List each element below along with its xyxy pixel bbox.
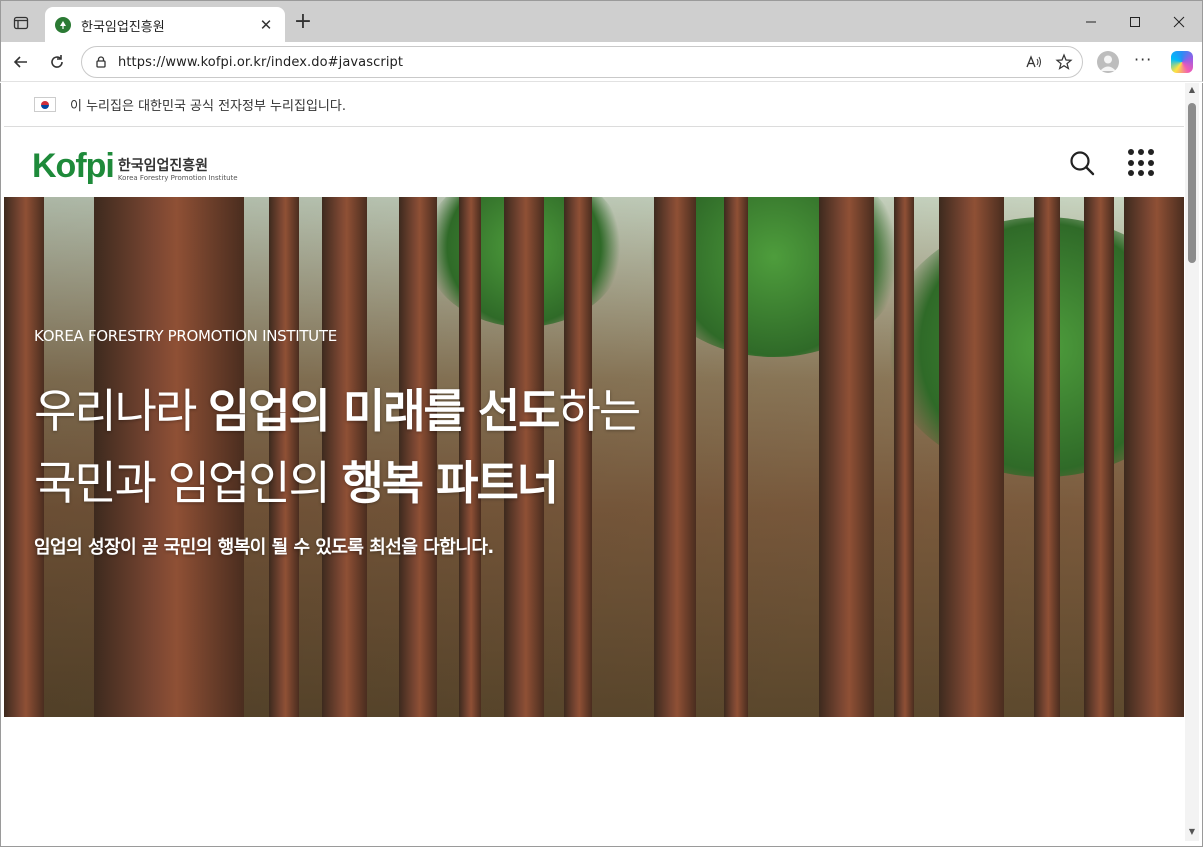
kofpi-favicon-icon bbox=[55, 17, 71, 33]
tree-trunk-decoration bbox=[894, 197, 914, 717]
new-tab-button[interactable]: + bbox=[291, 11, 315, 35]
browser-tab[interactable]: 한국임업진흥원 ✕ bbox=[45, 7, 285, 43]
korea-flag-icon bbox=[34, 97, 56, 112]
hero-description: 임업의 성장이 곧 국민의 행복이 될 수 있도록 최선을 다합니다. bbox=[34, 537, 494, 558]
tree-trunk-decoration bbox=[1124, 197, 1184, 717]
page-viewport: 이 누리집은 대한민국 공식 전자정부 누리집입니다. Kofpi 한국임업진흥… bbox=[4, 83, 1184, 841]
tree-trunk-decoration bbox=[1034, 197, 1060, 717]
copilot-icon[interactable] bbox=[1171, 51, 1193, 73]
tree-trunk-decoration bbox=[724, 197, 748, 717]
government-banner: 이 누리집은 대한민국 공식 전자정부 누리집입니다. bbox=[4, 83, 1184, 127]
browser-toolbar: https://www.kofpi.or.kr/index.do#javascr… bbox=[0, 42, 1203, 82]
hero-content: KOREA FORESTRY PROMOTION INSTITUTE 우리나라 … bbox=[34, 327, 641, 559]
window-frame-bottom bbox=[0, 841, 1203, 847]
hero-banner: KOREA FORESTRY PROMOTION INSTITUTE 우리나라 … bbox=[4, 197, 1184, 717]
site-logo[interactable]: Kofpi 한국임업진흥원 Korea Forestry Promotion I… bbox=[32, 141, 238, 183]
site-header: Kofpi 한국임업진흥원 Korea Forestry Promotion I… bbox=[4, 127, 1184, 197]
scroll-down-arrow-icon[interactable]: ▼ bbox=[1187, 827, 1197, 837]
hero-eyebrow: KOREA FORESTRY PROMOTION INSTITUTE bbox=[34, 327, 337, 345]
search-icon[interactable] bbox=[1068, 149, 1096, 177]
close-window-button[interactable] bbox=[1156, 7, 1202, 37]
tree-trunk-decoration bbox=[1084, 197, 1114, 717]
maximize-button[interactable] bbox=[1112, 7, 1158, 37]
more-options-icon[interactable]: ··· bbox=[1134, 50, 1152, 69]
logo-mark: Kofpi bbox=[32, 147, 115, 185]
minimize-button[interactable] bbox=[1068, 7, 1114, 37]
scroll-up-arrow-icon[interactable]: ▲ bbox=[1187, 85, 1197, 95]
back-arrow-icon[interactable] bbox=[7, 48, 35, 76]
logo-name-kr: 한국임업진흥원 bbox=[117, 158, 209, 174]
window-frame-right bbox=[1199, 83, 1203, 841]
refresh-icon[interactable] bbox=[43, 48, 71, 76]
browser-title-bar: 한국임업진흥원 ✕ + bbox=[0, 0, 1203, 43]
page-scrollbar[interactable]: ▲ ▼ bbox=[1185, 83, 1199, 841]
hero-headline-line-2: 국민과 임업인의 행복 파트너 bbox=[34, 456, 559, 510]
tree-trunk-decoration bbox=[939, 197, 1004, 717]
address-bar[interactable]: https://www.kofpi.or.kr/index.do#javascr… bbox=[81, 46, 1083, 78]
scrollbar-thumb[interactable] bbox=[1188, 103, 1196, 263]
tab-title: 한국임업진흥원 bbox=[81, 19, 165, 35]
logo-name-en: Korea Forestry Promotion Institute bbox=[117, 174, 238, 182]
favorite-star-icon[interactable] bbox=[1053, 51, 1075, 73]
close-tab-icon[interactable]: ✕ bbox=[257, 16, 275, 34]
window-frame-left bbox=[0, 83, 4, 841]
read-aloud-icon[interactable] bbox=[1023, 51, 1045, 73]
government-banner-text: 이 누리집은 대한민국 공식 전자정부 누리집입니다. bbox=[70, 99, 346, 114]
url-text[interactable]: https://www.kofpi.or.kr/index.do#javascr… bbox=[118, 55, 403, 70]
lock-icon[interactable] bbox=[94, 55, 108, 69]
all-menu-grid-icon[interactable] bbox=[1128, 149, 1156, 177]
hero-headline-line-1: 우리나라 임업의 미래를 선도하는 bbox=[34, 384, 641, 438]
tree-trunk-decoration bbox=[654, 197, 696, 717]
tree-trunk-decoration bbox=[819, 197, 874, 717]
tab-actions-icon[interactable] bbox=[7, 9, 35, 37]
profile-avatar-icon[interactable] bbox=[1097, 51, 1119, 73]
